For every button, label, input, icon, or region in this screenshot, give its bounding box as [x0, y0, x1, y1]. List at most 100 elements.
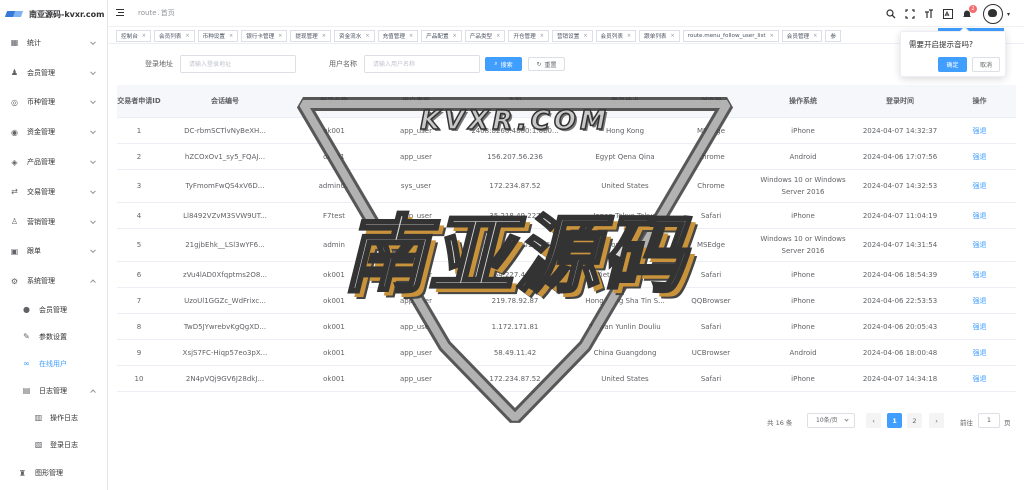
hamburger-icon[interactable]: [116, 9, 126, 17]
table-cell: Chrome: [697, 182, 725, 190]
fullscreen-icon[interactable]: [905, 9, 915, 19]
sidebar-item-system[interactable]: ⚙ 系统管理: [0, 266, 107, 296]
table-cell: iPhone: [791, 374, 815, 383]
action-cell: 强退: [943, 269, 1016, 281]
goto-page-input[interactable]: 1: [978, 413, 1000, 428]
tag-item[interactable]: route.menu_follow_user_list ×: [682, 29, 779, 42]
bell-icon[interactable]: 2: [962, 5, 977, 19]
page-size-select[interactable]: 10条/页: [807, 413, 855, 428]
caret-down-icon[interactable]: ▾: [1007, 11, 1010, 18]
tag-item[interactable]: 提现管理 ×: [290, 29, 331, 42]
translate-icon[interactable]: [942, 9, 953, 19]
sidebar-item-marketing[interactable]: ♙ 营销管理: [0, 207, 107, 237]
sidebar-item-products[interactable]: ◈ 产品管理: [0, 147, 107, 177]
search-icon[interactable]: [886, 9, 896, 19]
logo[interactable]: 南亚源码-kvxr.com: [0, 0, 107, 28]
page-button-2[interactable]: 2: [907, 413, 922, 428]
cancel-button[interactable]: 取消: [972, 57, 1000, 72]
close-icon[interactable]: ×: [185, 33, 189, 39]
force-logout-link[interactable]: 强退: [973, 349, 987, 357]
force-logout-link[interactable]: 强退: [973, 153, 987, 161]
tag-item[interactable]: 银行卡管理 ×: [241, 29, 288, 42]
tag-item[interactable]: 产品配置 ×: [421, 29, 462, 42]
close-icon[interactable]: ×: [627, 33, 631, 39]
close-icon[interactable]: ×: [229, 33, 233, 39]
table-cell: Safari: [700, 322, 722, 331]
tag-item[interactable]: 会员列表 ×: [154, 29, 195, 42]
tag-item[interactable]: 会员管理 ×: [781, 29, 823, 42]
notification-badge: 2: [968, 5, 977, 13]
table-cell: Android: [789, 152, 817, 161]
sidebar-item-currency[interactable]: ◎ 币种管理: [0, 88, 107, 118]
sidebar-item-online-users[interactable]: ∞ 在线用户: [0, 350, 107, 377]
login-address-input[interactable]: [180, 55, 296, 73]
close-icon[interactable]: ×: [278, 33, 282, 39]
close-icon[interactable]: ×: [322, 33, 326, 39]
force-logout-link[interactable]: 强退: [973, 375, 987, 383]
tag-item[interactable]: 资金流水 ×: [333, 29, 375, 42]
table-cell: 2024-04-07 11:04:19: [862, 211, 938, 220]
sidebar-item-login-log[interactable]: ▧ 登录日志: [0, 431, 107, 458]
confirm-button[interactable]: 确定: [938, 57, 967, 72]
sidebar-item-funds[interactable]: ◉ 资金管理: [0, 117, 107, 147]
force-logout-link[interactable]: 强退: [973, 323, 987, 331]
font-size-icon[interactable]: [924, 9, 934, 19]
online-users-table: 交易者申请ID 会话编号 登录名称 用户类型 主机 登录地点 浏览器 操作系统 登录时间 操作 1…: [117, 85, 1016, 392]
force-logout-link[interactable]: 强退: [973, 241, 987, 249]
close-icon[interactable]: ×: [671, 33, 675, 39]
tag-item[interactable]: 充值管理 ×: [377, 29, 419, 42]
sidebar-item-graphics[interactable]: ♜ 图形管理: [0, 458, 107, 488]
force-logout-link[interactable]: 强退: [973, 297, 987, 305]
table-cell: 21gjbEhk__LSl3wYF6...: [185, 241, 265, 249]
table-cell: United States: [601, 182, 649, 190]
next-page-button[interactable]: ›: [929, 413, 944, 428]
close-icon[interactable]: ×: [496, 33, 500, 39]
close-icon[interactable]: ×: [813, 33, 817, 39]
username-input[interactable]: [364, 55, 480, 73]
tag-item[interactable]: 产品类型 ×: [464, 29, 506, 42]
tag-item[interactable]: 营销设置 ×: [551, 29, 593, 42]
table-cell: 9: [136, 348, 142, 357]
search-button[interactable]: ⌕ 搜索: [485, 57, 522, 71]
table-row: 4 Ll8492VZvM3SVW9UT... F7test app_user 35.21…: [117, 203, 1016, 229]
force-logout-link[interactable]: 强退: [973, 212, 987, 220]
action-cell: 强退: [943, 295, 1016, 307]
prev-page-button[interactable]: ‹: [866, 413, 881, 428]
close-icon[interactable]: ×: [365, 33, 369, 39]
sidebar-item-params[interactable]: ✎ 参数设置: [0, 323, 107, 350]
sidebar-item-members[interactable]: ♟ 会员管理: [0, 58, 107, 88]
sidebar-item-logs[interactable]: ▤ 日志管理: [0, 377, 107, 404]
reset-button[interactable]: ↻ 重置: [528, 57, 565, 71]
sidebar-item-trades[interactable]: ⇄ 交易管理: [0, 177, 107, 207]
sidebar-item-member-admin[interactable]: ● 会员管理: [0, 296, 107, 323]
table-cell: QQBrowser: [691, 296, 731, 305]
force-logout-link[interactable]: 强退: [973, 182, 987, 190]
close-icon[interactable]: ×: [142, 33, 146, 39]
tag-item[interactable]: 控制台 ×: [116, 29, 151, 42]
close-icon[interactable]: ×: [409, 33, 413, 39]
force-logout-link[interactable]: 强退: [973, 127, 987, 135]
table-cell: app_user: [400, 126, 432, 135]
table-cell: 2024-04-06 18:00:48: [862, 348, 938, 357]
page-button-1[interactable]: 1: [887, 413, 902, 428]
tag-item[interactable]: 参: [825, 29, 841, 42]
table-cell: Taiwan Yunlin Douliu: [589, 322, 661, 331]
table-cell: Hong Kong: [605, 126, 645, 135]
tag-item[interactable]: 会员列表 ×: [595, 29, 637, 42]
table-cell: 154.227.4.181: [489, 270, 541, 279]
table-header: 交易者申请ID 会话编号 登录名称 用户类型 主机 登录地点 浏览器 操作系统 登录时间 操作: [117, 85, 1016, 118]
avatar[interactable]: [982, 4, 1003, 24]
force-logout-link[interactable]: 强退: [973, 271, 987, 279]
close-icon[interactable]: ×: [540, 33, 544, 39]
tag-item[interactable]: 币种设置 ×: [197, 29, 239, 42]
close-icon[interactable]: ×: [583, 33, 587, 39]
table-cell: China Guangdong: [593, 348, 657, 357]
tag-item[interactable]: 开仓管理 ×: [508, 29, 549, 42]
sidebar-item-follow[interactable]: ▣ 跟单: [0, 237, 107, 267]
sidebar-item-operation-log[interactable]: ▥ 操作日志: [0, 404, 107, 431]
sidebar-item-stats[interactable]: ▦ 统计: [0, 28, 107, 58]
goto-label: 前往: [960, 419, 973, 427]
close-icon[interactable]: ×: [770, 33, 774, 39]
close-icon[interactable]: ×: [453, 33, 457, 39]
tag-item[interactable]: 跟单列表 ×: [639, 29, 680, 42]
